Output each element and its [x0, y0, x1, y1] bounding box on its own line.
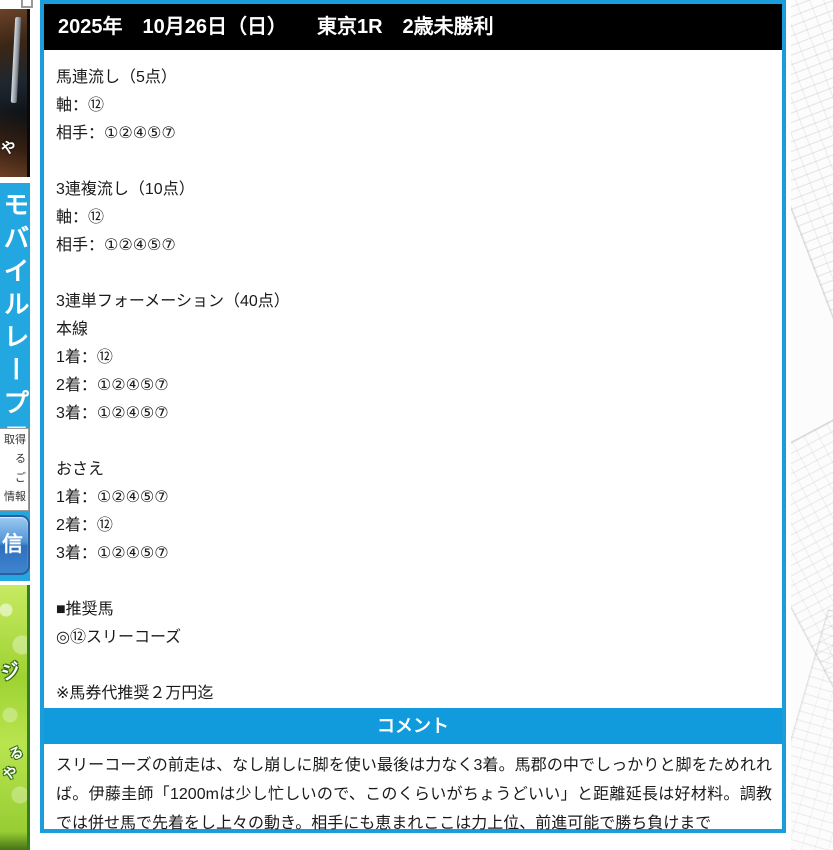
- bet-section-sanrentan: 3連単フォーメーション（40点） 本線 1着：⑫ 2着：①②④⑤⑦ 3着：①②④…: [44, 288, 782, 428]
- budget-note-section: ※馬券代推奨２万円迄: [44, 680, 782, 708]
- info-line: ご: [15, 472, 26, 484]
- comment-text: スリーコーズの前走は、なし崩しに脚を使い最後は力なく3着。馬郡の中でしっかりと脚…: [56, 757, 772, 832]
- left-sidebar: や モバイルレープロ 取得 る ご 情報 信 ジ る や: [0, 0, 33, 850]
- bet-line: 3着：①②④⑤⑦: [56, 405, 169, 422]
- bet-line: 相手：①②④⑤⑦: [56, 237, 176, 254]
- bet-line: 軸：⑫: [56, 97, 105, 114]
- section-title: ■推奨馬: [56, 601, 114, 618]
- photo-banner-text: や: [0, 138, 19, 159]
- bet-line: 3連単フォーメーション（40点）: [56, 293, 290, 310]
- mobile-banner-label: モバイルレープロ: [0, 191, 30, 455]
- comment-header-button[interactable]: コメント: [44, 708, 782, 744]
- bet-line: 3着：①②④⑤⑦: [56, 545, 169, 562]
- bet-line: 本線: [56, 321, 89, 338]
- bet-line: 2着：⑫: [56, 517, 113, 534]
- bet-line: 相手：①②④⑤⑦: [56, 125, 176, 142]
- banner-info-box: 取得 る ご 情報: [0, 428, 29, 511]
- bet-line: 1着：①②④⑤⑦: [56, 489, 169, 506]
- green-banner-char: る: [6, 742, 26, 764]
- sidebar-mobile-banner[interactable]: モバイルレープロ 取得 る ご 情報 信: [0, 183, 30, 581]
- bet-line: 馬連流し（5点）: [56, 69, 177, 86]
- bet-section-sanrenpuku: 3連複流し（10点） 軸：⑫ 相手：①②④⑤⑦: [44, 176, 782, 260]
- green-banner-char: ジ: [0, 659, 24, 686]
- send-button[interactable]: 信: [0, 515, 30, 575]
- race-header: 2025年 10月26日（日） 東京1R 2歳未勝利: [44, 4, 782, 50]
- bet-line: 1着：⑫: [56, 349, 113, 366]
- bet-line: 軸：⑫: [56, 209, 105, 226]
- newspaper-sheet: [791, 0, 833, 413]
- newspaper-background: [791, 0, 833, 850]
- bet-section-umaren: 馬連流し（5点） 軸：⑫ 相手：①②④⑤⑦: [44, 64, 782, 148]
- sidebar-photo-banner[interactable]: や: [0, 9, 30, 177]
- bet-line: 2着：①②④⑤⑦: [56, 377, 169, 394]
- bet-line: おさえ: [56, 461, 105, 478]
- sidebar-top-stub: [21, 0, 33, 8]
- recommended-horse-section: ■推奨馬 ◎⑫スリーコーズ: [44, 596, 782, 652]
- recommended-horse: ◎⑫スリーコーズ: [56, 629, 182, 646]
- prediction-panel: 2025年 10月26日（日） 東京1R 2歳未勝利 馬連流し（5点） 軸：⑫ …: [40, 0, 786, 833]
- page: や モバイルレープロ 取得 る ご 情報 信 ジ る や 2025年 10月26…: [0, 0, 833, 850]
- green-banner-char: や: [0, 763, 20, 783]
- bet-section-osae: おさえ 1着：①②④⑤⑦ 2着：⑫ 3着：①②④⑤⑦: [44, 456, 782, 568]
- bet-line: 3連複流し（10点）: [56, 181, 195, 198]
- budget-note: ※馬券代推奨２万円迄: [56, 685, 214, 702]
- sidebar-green-banner[interactable]: ジ る や: [0, 585, 30, 850]
- phone-image: [10, 16, 22, 104]
- info-line: 取得: [4, 434, 26, 446]
- bet-list: 馬連流し（5点） 軸：⑫ 相手：①②④⑤⑦ 3連複流し（10点） 軸：⑫ 相手：…: [44, 50, 782, 708]
- info-line: る: [15, 453, 26, 465]
- info-line: 情報: [4, 491, 26, 503]
